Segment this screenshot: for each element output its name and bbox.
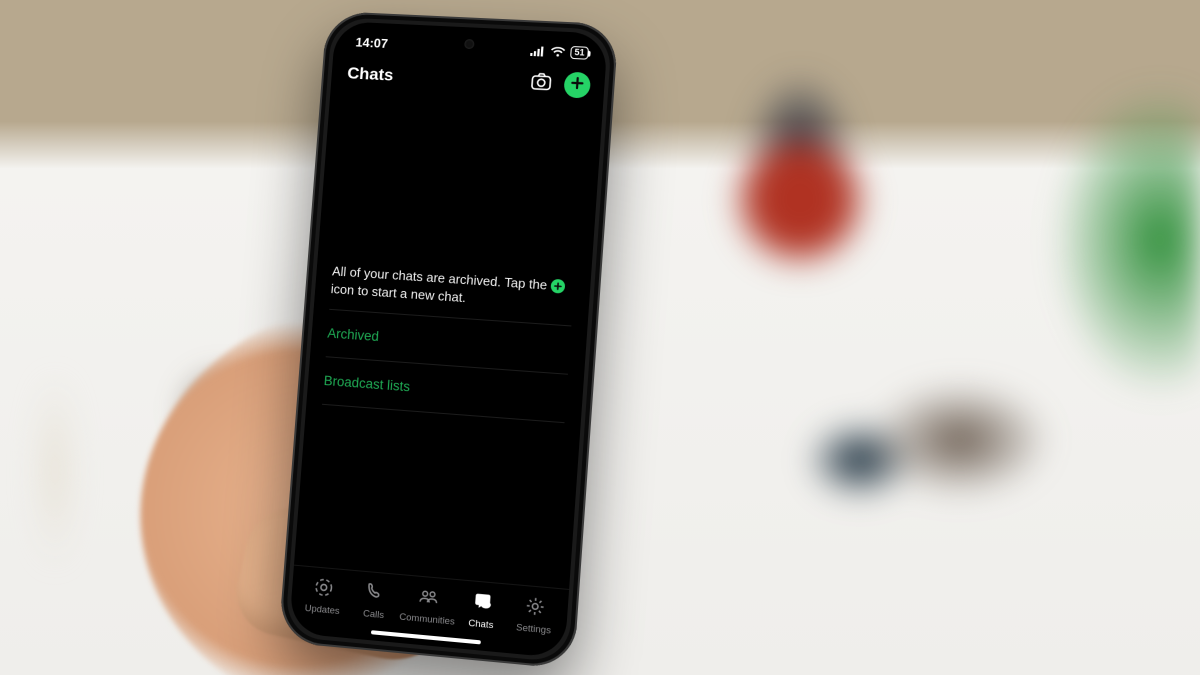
nav-label: Chats [468, 618, 494, 631]
battery-indicator: 51 [570, 45, 589, 59]
camera-button[interactable] [527, 70, 555, 97]
phone-frame: 14:07 51 Chats [278, 11, 619, 670]
gear-icon [523, 594, 547, 621]
status-time: 14:07 [355, 34, 388, 50]
broadcast-lists-link[interactable]: Broadcast lists [323, 369, 567, 410]
nav-label: Communities [399, 612, 455, 628]
nav-communities[interactable]: Communities [399, 583, 457, 627]
camera-icon [530, 71, 552, 95]
inline-plus-icon [550, 279, 565, 294]
updates-icon [312, 575, 336, 602]
signal-icon [530, 45, 546, 57]
archived-link[interactable]: Archived [327, 322, 571, 362]
nav-label: Settings [516, 622, 552, 636]
nav-chats[interactable]: Chats [454, 588, 509, 632]
plus-icon [570, 75, 585, 95]
nav-updates[interactable]: Updates [296, 574, 350, 618]
phone-screen: 14:07 51 Chats [289, 21, 608, 658]
page-title: Chats [347, 64, 519, 92]
nav-label: Updates [304, 603, 340, 617]
nav-settings[interactable]: Settings [507, 593, 563, 638]
communities-icon [417, 585, 441, 612]
chats-content: All of your chats are archived. Tap the … [294, 95, 603, 589]
chats-icon [470, 590, 494, 617]
wifi-icon [550, 46, 566, 58]
nav-calls[interactable]: Calls [347, 579, 402, 623]
nav-label: Calls [363, 608, 385, 621]
new-chat-button[interactable] [563, 72, 591, 99]
phone-icon [363, 580, 387, 607]
